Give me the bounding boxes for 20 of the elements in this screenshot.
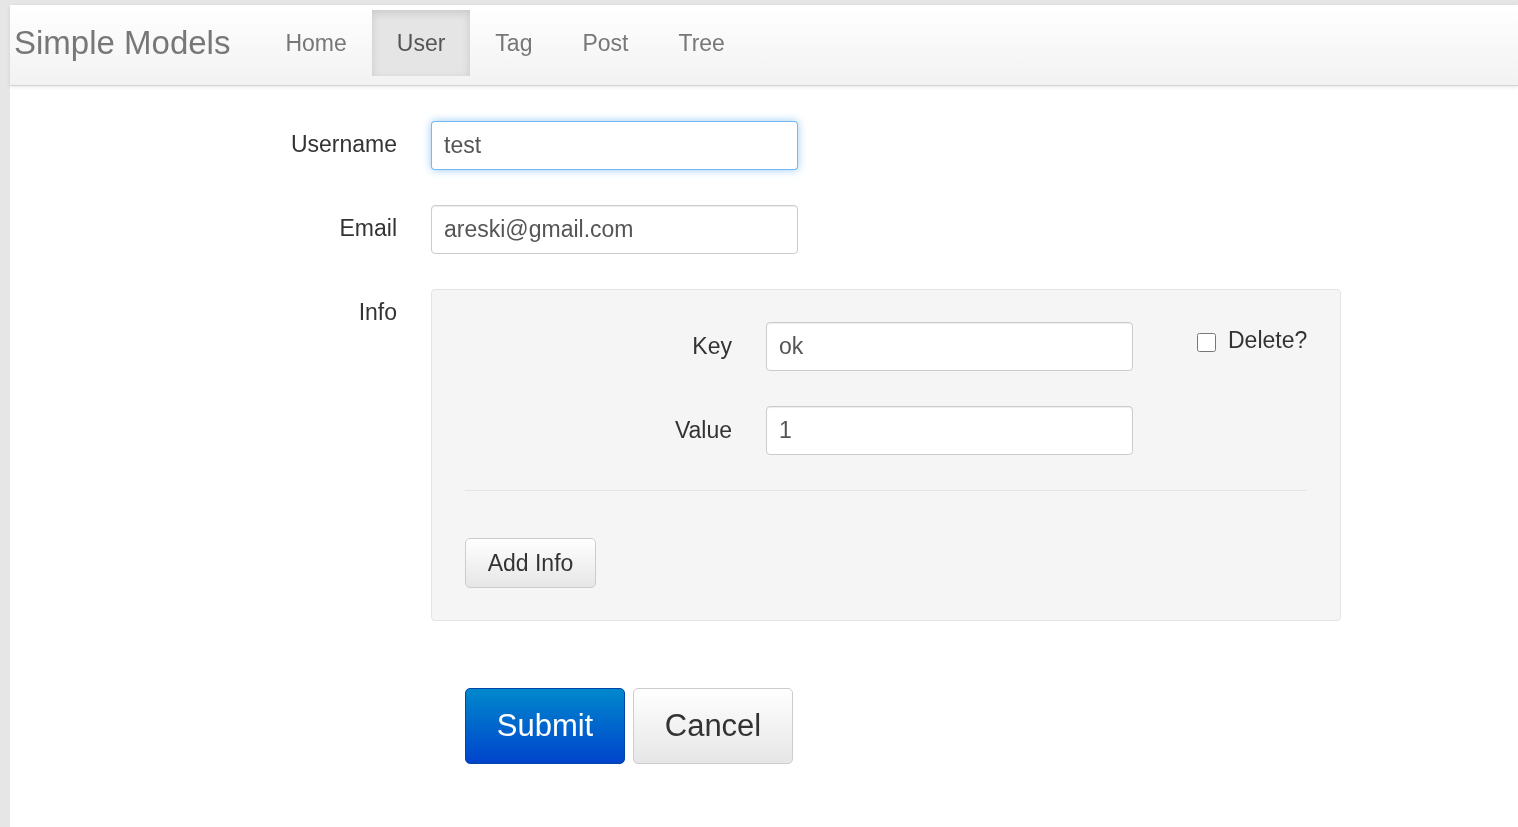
checkbox[interactable] <box>1197 332 1216 352</box>
nav-tab[interactable]: Post <box>557 10 654 76</box>
brand-title[interactable]: Simple Models <box>14 25 231 61</box>
field-label: Key <box>691 333 733 360</box>
input-field[interactable]: test <box>431 121 798 170</box>
field-label: Email <box>338 214 398 242</box>
cancel-button[interactable]: Cancel <box>633 688 793 764</box>
checkbox-label: Delete? <box>1228 326 1308 354</box>
field-label: Info <box>357 298 398 326</box>
submit-button[interactable]: Submit <box>465 688 625 764</box>
field-label: Username <box>289 130 398 158</box>
input-field[interactable]: areski@gmail.com <box>431 205 798 254</box>
input-field[interactable]: 1 <box>766 406 1133 455</box>
nav-tab[interactable]: Tree <box>653 10 750 76</box>
input-field[interactable]: ok <box>766 322 1133 371</box>
nav-tab[interactable]: Home <box>260 10 372 76</box>
add-info-button[interactable]: Add Info <box>465 538 596 588</box>
nav-tab[interactable]: User <box>371 10 471 76</box>
nav-tab[interactable]: Tag <box>470 10 558 76</box>
field-label: Value <box>673 417 733 444</box>
